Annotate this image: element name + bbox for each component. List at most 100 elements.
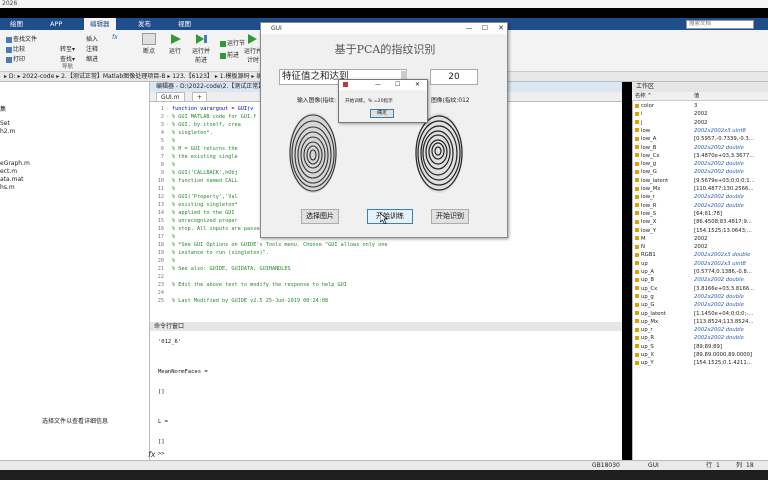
code-line[interactable]: 23 % Edit the above text to modify the re… xyxy=(150,281,622,289)
workspace-variable-row[interactable]: low_Cx [3.4870e+03,3.3677... xyxy=(632,152,768,160)
search-docs-input[interactable]: 搜索文档 xyxy=(686,20,754,29)
command-prompt[interactable]: >> xyxy=(158,451,165,457)
code-line[interactable]: 21 % See also: GUIDE, GUIDATA, GUIHANDLES xyxy=(150,265,622,273)
variable-name: up_G xyxy=(635,301,687,309)
dialog-titlebar[interactable]: — ☐ ✕ xyxy=(339,80,427,90)
mouse-cursor-icon xyxy=(380,213,388,224)
variable-name: color xyxy=(635,102,687,110)
run-section-button[interactable]: 运行节 xyxy=(220,38,245,47)
tab-gui-m[interactable]: GUI.m xyxy=(156,92,185,102)
variable-icon xyxy=(635,153,639,158)
variable-name-text: low_X xyxy=(641,219,657,226)
workspace-variable-row[interactable]: low_R 2002x2002 double xyxy=(632,202,768,210)
col-value-header[interactable]: 值 xyxy=(694,92,768,100)
workspace-variable-row[interactable]: up 2002x2002x3 uint8 xyxy=(632,260,768,268)
workspace-variable-row[interactable]: low_X [86.4508;83.4817;9... xyxy=(632,218,768,226)
code-line[interactable]: 20% xyxy=(150,257,622,265)
indent-button[interactable]: 缩进 xyxy=(86,54,98,63)
workspace-variable-row[interactable]: j 2002 xyxy=(632,119,768,127)
folder-item[interactable]: 集 xyxy=(0,104,6,113)
variable-icon xyxy=(635,203,639,208)
workspace-variable-row[interactable]: M 2002 xyxy=(632,235,768,243)
workspace-variable-row[interactable]: i 2002 xyxy=(632,110,768,118)
insert-button[interactable]: 插入 xyxy=(86,34,98,43)
add-tab-button[interactable]: + xyxy=(192,92,208,102)
dialog-minimize-button[interactable]: — xyxy=(375,80,381,90)
code-line[interactable]: 19 % instance to run (singleton)". xyxy=(150,249,622,257)
workspace-variable-row[interactable]: up_A [0.5774,0.1386,-0.8... xyxy=(632,268,768,276)
workspace-variable-row[interactable]: N 2002 xyxy=(632,243,768,251)
tab-plots[interactable]: 绘图 xyxy=(4,18,29,30)
workspace-variable-row[interactable]: up_g 2002x2002 double xyxy=(632,293,768,301)
run-button[interactable]: 运行 xyxy=(168,33,182,55)
screen: 2026 绘图 APP 编辑器 发布 视图 搜索文档 查找文件 比较 打印 插入… xyxy=(0,0,768,480)
workspace-variable-row[interactable]: low_g 2002x2002 double xyxy=(632,160,768,168)
folder-item[interactable]: h2.m xyxy=(0,128,15,135)
workspace-variable-row[interactable]: up_R 2002x2002 double xyxy=(632,334,768,342)
workspace-variable-row[interactable]: up_Y [154.1525;0.1.4211... xyxy=(632,359,768,367)
workspace-variable-row[interactable]: up_Cx [3.8166e+03,3.8166... xyxy=(632,285,768,293)
select-image-button[interactable]: 选择图片 xyxy=(301,209,339,224)
workspace-variable-row[interactable]: low 2002x2002x3 uint8 xyxy=(632,127,768,135)
workspace-variable-row[interactable]: low_r 2002x2002 double xyxy=(632,193,768,201)
workspace-variable-row[interactable]: low_latent [9.5679e+03;0;0;0;1... xyxy=(632,177,768,185)
threshold-value-input[interactable]: 20 xyxy=(430,69,478,85)
workspace-variable-row[interactable]: low_S [64;61;78] xyxy=(632,210,768,218)
code-line[interactable]: 24 xyxy=(150,289,622,297)
workspace-variable-row[interactable]: color 3 xyxy=(632,102,768,110)
workspace-variable-row[interactable]: low_A [0.5957,-0.7339,-0.3... xyxy=(632,135,768,143)
line-number: 20 xyxy=(157,258,164,264)
variable-value: [1.1450e+04;0;0;0;-... xyxy=(694,310,754,317)
tab-publish[interactable]: 发布 xyxy=(132,18,157,30)
workspace-variable-row[interactable]: up_latent [1.1450e+04;0;0;0;-... xyxy=(632,310,768,318)
workspace-variable-row[interactable]: low_Mx [110.4877;130.2566... xyxy=(632,185,768,193)
start-recognition-button[interactable]: 开始识别 xyxy=(431,209,469,224)
workspace-variable-row[interactable]: up_G 2002x2002 double xyxy=(632,301,768,309)
dialog-close-button[interactable]: ✕ xyxy=(415,80,420,90)
goto-button[interactable]: 转至▾ xyxy=(60,44,75,53)
workspace-variable-row[interactable]: low_Y [154.1525;13.0643;... xyxy=(632,227,768,235)
folder-item[interactable]: ect.m xyxy=(0,168,17,175)
code-line[interactable]: 18 % *See GUI Options on GUIDE's Tools me… xyxy=(150,241,622,249)
workspace-variable-row[interactable]: up_Mx [113.8524;113.8524... xyxy=(632,318,768,326)
dialog-maximize-button[interactable]: ☐ xyxy=(395,80,400,90)
workspace-variable-row[interactable]: up_S [89;89;89] xyxy=(632,343,768,351)
print-button[interactable]: 打印 xyxy=(6,54,25,63)
folder-item[interactable]: eGraph.m xyxy=(0,160,30,167)
variable-icon xyxy=(635,344,639,349)
minimize-button[interactable]: — xyxy=(463,23,475,34)
find-files-button[interactable]: 查找文件 xyxy=(6,34,37,43)
match-image-label: 图像(指纹:012 xyxy=(431,98,470,104)
line-number: 5 xyxy=(160,138,164,144)
breakpoint-button[interactable]: 断点 xyxy=(142,33,156,55)
workspace-variable-row[interactable]: RGB1 2002x2002x3 double xyxy=(632,251,768,259)
ok-button[interactable]: 确定 xyxy=(370,109,394,118)
workspace-variable-row[interactable]: up_X [89.89.0000,89.0000] xyxy=(632,351,768,359)
tab-view[interactable]: 视图 xyxy=(172,18,197,30)
col-name-header[interactable]: 名称 ^ xyxy=(635,92,687,100)
folder-item[interactable]: hs.m xyxy=(0,184,15,191)
comment-button[interactable]: 注释 xyxy=(86,44,98,53)
workspace-variable-row[interactable]: low_G 2002x2002 double xyxy=(632,168,768,176)
variable-name-text: RGB1 xyxy=(641,252,656,259)
variable-icon xyxy=(635,244,639,249)
gui-window: GUI — ☐ ✕ 基于PCA的指纹识别 特征值之和达到 20 输入图像(指纹:… xyxy=(260,22,508,238)
variable-name: M xyxy=(635,235,687,243)
folder-item[interactable]: ata.mat xyxy=(0,176,24,183)
start-training-button[interactable]: 开始训练 xyxy=(367,209,413,224)
workspace-variable-row[interactable]: up_B 2002x2002 double xyxy=(632,276,768,284)
code-line[interactable]: 22 xyxy=(150,273,622,281)
close-button[interactable]: ✕ xyxy=(495,23,507,34)
run-advance-button[interactable]: 运行并前进 xyxy=(190,33,212,64)
maximize-button[interactable]: ☐ xyxy=(479,23,491,34)
tab-apps[interactable]: APP xyxy=(44,18,68,30)
folder-item[interactable]: Set xyxy=(0,120,10,127)
workspace-variable-row[interactable]: up_r 2002x2002 double xyxy=(632,326,768,334)
tab-editor[interactable]: 编辑器 xyxy=(84,18,116,30)
fx-button[interactable]: fx xyxy=(112,34,118,41)
variable-name-text: j xyxy=(641,119,643,126)
compare-button[interactable]: 比较 xyxy=(6,44,25,53)
advance-button[interactable]: 前进 xyxy=(220,50,239,59)
workspace-variable-row[interactable]: low_B 2002x2002 double xyxy=(632,144,768,152)
code-line[interactable]: 25 % Last Modified by GUIDE v2.5 25-Jun-2… xyxy=(150,297,622,305)
